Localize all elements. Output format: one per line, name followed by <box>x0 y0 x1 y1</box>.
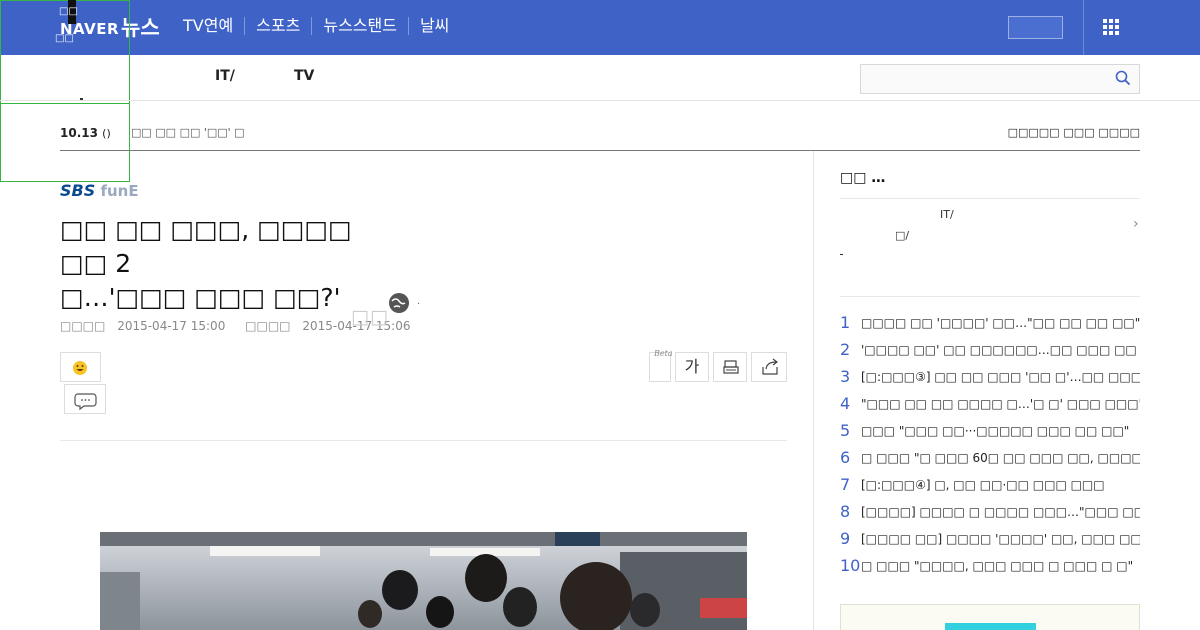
ranking-item[interactable]: 10 □ □□□ "□□□□, □□□ □□□ □ □□□ □ □" <box>840 552 1140 579</box>
font-size-button[interactable]: 가 <box>675 352 709 382</box>
ranking-item[interactable]: 3[□:□□□③] □□ □□ □□□ '□□ □'…□□ □□□□ □ □□ <box>840 363 1140 390</box>
reporter-name[interactable]: □□ <box>351 306 389 328</box>
search-icon[interactable] <box>1115 70 1131 86</box>
comment-icon <box>74 393 97 411</box>
overlay-label-2: □□ <box>55 33 74 44</box>
ranking-item[interactable]: 4 "□□□ □□ □□ □□□□ □…'□ □' □□□ □□□" <box>840 390 1140 417</box>
nav-weather[interactable]: 날씨 <box>407 17 460 35</box>
right-dash <box>840 254 843 255</box>
column-divider <box>813 151 814 630</box>
search-input[interactable] <box>860 64 1140 94</box>
ranking-item[interactable]: 7 [□:□□□④] □, □□ □□·□□ □□□ □□□ <box>840 471 1140 498</box>
category-tv[interactable]: TV <box>294 68 314 84</box>
ranking-list: 1 □□□□ □□ '□□□□' □□…"□□ □□ □□ □□" 2 '□□□□ … <box>840 309 1140 579</box>
print-button[interactable] <box>713 352 747 382</box>
nav-sports[interactable]: 스포츠 <box>244 17 311 35</box>
date-row: 10.13 () □□ □□ □□ '□□' □ □□□□□ □□□ □□□□ <box>60 126 1140 150</box>
beta-label: Beta <box>654 349 673 358</box>
right-column-sub[interactable]: □/ <box>895 229 909 242</box>
original-badge <box>945 623 1036 630</box>
right-divider-1 <box>840 198 1140 199</box>
meta-input-time: □□□□ 2015-04-17 15:00 <box>60 319 226 333</box>
overlay-label-1: □□ <box>59 6 78 17</box>
category-it[interactable]: IT/ <box>215 68 235 84</box>
smiley-icon <box>73 361 87 375</box>
globe-icon[interactable] <box>388 292 410 314</box>
ranking-item[interactable]: 9[□□□□ □□] □□□□ '□□□□' □□, □□□ □□□ '□□'? <box>840 525 1140 552</box>
article-divider <box>60 440 787 441</box>
article-headline: □□ □□ □□□, □□□□ □□ 2 □…'□□□ □□□ □□?' <box>60 215 352 312</box>
ranking-item[interactable]: 2 '□□□□ □□' □□ □□□□□□…□□ □□□ □□ <box>840 336 1140 363</box>
nav-tv-entertainment[interactable]: TV연예 <box>172 17 244 35</box>
ranking-item[interactable]: 6□ □□□ "□ □□□ 60□ □□ □□□ □□, □□□□ □□□ □ … <box>840 444 1140 471</box>
ranking-item[interactable]: 1 □□□□ □□ '□□□□' □□…"□□ □□ □□ □□" <box>840 309 1140 336</box>
current-date: 10.13 () <box>60 126 111 140</box>
nav-newsstand[interactable]: 뉴스스탠드 <box>311 17 408 35</box>
meta-edit-time: □□□□ 2015-04-17 15:06 <box>245 319 411 333</box>
top-navigation-bar: NAVER 뉴스 TV연예 스포츠 뉴스스탠드 날씨 <box>0 0 1200 55</box>
right-column-it[interactable]: IT/ <box>940 208 954 221</box>
right-column-title: □□ … <box>840 170 886 186</box>
comment-button[interactable] <box>64 384 106 414</box>
chevron-right-icon[interactable]: › <box>1133 216 1139 232</box>
apps-grid-icon[interactable] <box>1103 19 1119 35</box>
top-nav: TV연예 스포츠 뉴스스탠드 날씨 <box>172 17 460 35</box>
share-button[interactable] <box>751 352 787 382</box>
share-icon <box>762 358 778 375</box>
news-ticker[interactable]: □□ □□ □□ '□□' □ <box>131 126 245 139</box>
article-photo[interactable] <box>100 532 747 630</box>
globe-extra: · <box>417 299 421 310</box>
reaction-button[interactable] <box>60 352 101 382</box>
header-divider <box>1083 0 1084 55</box>
press-logo[interactable]: SBS funE <box>60 181 139 200</box>
ticker-right-headline[interactable]: □□□□□ □□□ □□□□ <box>1008 126 1140 139</box>
print-icon <box>723 360 739 374</box>
ranking-item[interactable]: 5 □□□ "□□□ □□···□□□□□ □□□ □□ □□" <box>840 417 1140 444</box>
main-divider <box>60 150 1140 151</box>
ranking-item[interactable]: 8[□□□□] □□□□ □ □□□□ □□□…"□□□ □□ □□□" <box>840 498 1140 525</box>
right-divider-2 <box>840 296 1140 297</box>
login-button[interactable] <box>1008 16 1063 39</box>
